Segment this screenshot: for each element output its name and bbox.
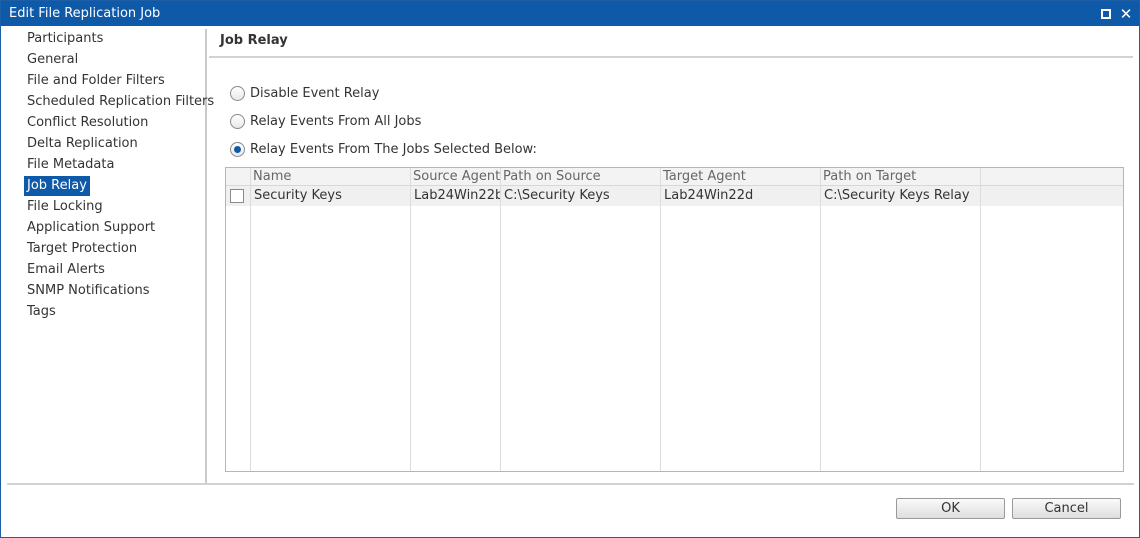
section-divider	[209, 56, 1133, 58]
nav-item-participants[interactable]: Participants	[24, 29, 106, 49]
dialog-title: Edit File Replication Job	[9, 6, 161, 21]
column-divider	[820, 168, 821, 471]
column-header-target-agent[interactable]: Target Agent	[663, 169, 746, 185]
jobs-table: Name Source Agent Path on Source Target …	[225, 167, 1124, 472]
nav-item-file-locking[interactable]: File Locking	[24, 197, 106, 217]
column-divider	[410, 168, 411, 471]
ok-button[interactable]: OK	[896, 498, 1005, 519]
column-header-path-on-target[interactable]: Path on Target	[823, 169, 916, 185]
nav-item-job-relay[interactable]: Job Relay	[24, 176, 90, 196]
radio-button[interactable]	[230, 114, 245, 129]
radio-button-selected[interactable]	[230, 142, 245, 157]
row-checkbox[interactable]	[230, 189, 244, 203]
radio-label: Relay Events From All Jobs	[250, 114, 422, 129]
radio-label: Relay Events From The Jobs Selected Belo…	[250, 142, 537, 157]
nav-item-file-metadata[interactable]: File Metadata	[24, 155, 117, 175]
title-bar: Edit File Replication Job ✕	[1, 1, 1139, 26]
column-divider	[660, 168, 661, 471]
cell-source-agent: Lab24Win22b	[414, 188, 500, 203]
close-icon[interactable]: ✕	[1119, 6, 1133, 21]
column-divider	[980, 168, 981, 471]
column-divider	[250, 168, 251, 471]
radio-relay-selected-jobs[interactable]: Relay Events From The Jobs Selected Belo…	[230, 142, 537, 157]
radio-button[interactable]	[230, 86, 245, 101]
radio-relay-all-jobs[interactable]: Relay Events From All Jobs	[230, 114, 421, 129]
main-panel: Job Relay Disable Event Relay Relay Even…	[209, 29, 1139, 484]
nav-item-tags[interactable]: Tags	[24, 302, 59, 322]
cell-path-on-target: C:\Security Keys Relay	[824, 188, 970, 203]
radio-label: Disable Event Relay	[250, 86, 380, 101]
nav-item-application-support[interactable]: Application Support	[24, 218, 158, 238]
table-header: Name Source Agent Path on Source Target …	[226, 168, 1123, 186]
maximize-icon[interactable]	[1099, 7, 1113, 21]
nav-item-scheduled-replication-filters[interactable]: Scheduled Replication Filters	[24, 92, 217, 112]
nav-item-delta-replication[interactable]: Delta Replication	[24, 134, 141, 154]
table-row[interactable]: Security Keys Lab24Win22b C:\Security Ke…	[226, 186, 1123, 206]
nav-item-conflict-resolution[interactable]: Conflict Resolution	[24, 113, 151, 133]
nav-item-file-folder-filters[interactable]: File and Folder Filters	[24, 71, 168, 91]
nav-item-general[interactable]: General	[24, 50, 81, 70]
section-title: Job Relay	[220, 33, 288, 48]
column-header-path-on-source[interactable]: Path on Source	[503, 169, 601, 185]
footer-divider	[7, 483, 1134, 485]
cell-target-agent: Lab24Win22d	[664, 188, 754, 203]
nav-item-target-protection[interactable]: Target Protection	[24, 239, 140, 259]
column-header-source-agent[interactable]: Source Agent	[413, 169, 500, 185]
column-divider	[500, 168, 501, 471]
cell-name: Security Keys	[254, 188, 342, 203]
cell-path-on-source: C:\Security Keys	[504, 188, 610, 203]
radio-disable-event-relay[interactable]: Disable Event Relay	[230, 86, 379, 101]
nav-item-snmp-notifications[interactable]: SNMP Notifications	[24, 281, 153, 301]
nav-item-email-alerts[interactable]: Email Alerts	[24, 260, 108, 280]
cancel-button[interactable]: Cancel	[1012, 498, 1121, 519]
settings-nav: Participants General File and Folder Fil…	[7, 29, 214, 484]
column-header-name[interactable]: Name	[253, 169, 291, 185]
dialog-window: Edit File Replication Job ✕ Participants…	[0, 0, 1140, 538]
